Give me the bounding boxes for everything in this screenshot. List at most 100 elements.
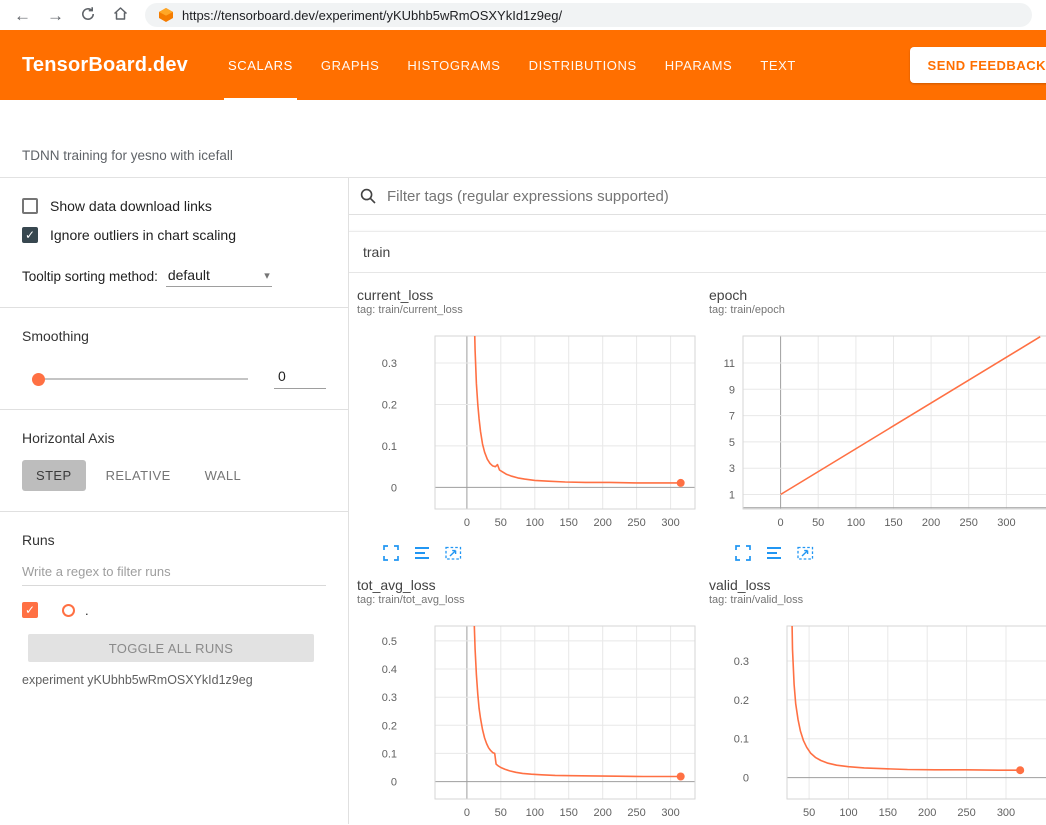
- line-chart-valid_loss[interactable]: 5010015020025030000.10.20.3: [709, 610, 1046, 822]
- chart-title: valid_loss: [709, 577, 1046, 593]
- smoothing-value-input[interactable]: 0: [274, 368, 326, 389]
- send-feedback-button[interactable]: SEND FEEDBACK: [910, 47, 1046, 83]
- experiment-title: TDNN training for yesno with icefall: [22, 148, 1046, 163]
- svg-text:50: 50: [495, 517, 507, 529]
- svg-text:3: 3: [729, 463, 735, 475]
- experiment-id-text: experiment yKUbhb5wRmOSXYkId1z9eg: [22, 673, 326, 687]
- axis-step-button[interactable]: STEP: [22, 460, 86, 491]
- app-header: TensorBoard.dev SCALARS GRAPHS HISTOGRAM…: [0, 30, 1046, 100]
- svg-text:50: 50: [803, 807, 815, 819]
- svg-text:0: 0: [743, 773, 749, 785]
- run-selector-icon[interactable]: [766, 545, 782, 561]
- fit-domain-icon[interactable]: [797, 545, 814, 561]
- svg-text:0.1: 0.1: [382, 441, 397, 453]
- tab-graphs[interactable]: GRAPHS: [307, 30, 394, 100]
- svg-text:250: 250: [960, 517, 978, 529]
- tooltip-sorting-row: Tooltip sorting method: default ▾: [22, 267, 326, 287]
- svg-text:0.2: 0.2: [382, 720, 397, 732]
- tab-histograms[interactable]: HISTOGRAMS: [393, 30, 514, 100]
- line-chart-epoch[interactable]: 0501001502002503001357911: [709, 320, 1046, 532]
- slider-track[interactable]: [32, 378, 248, 380]
- svg-text:0.5: 0.5: [382, 636, 397, 648]
- chart-card-valid_loss: valid_losstag: train/valid_loss501001502…: [709, 577, 1046, 824]
- toggle-all-runs-button[interactable]: TOGGLE ALL RUNS: [28, 634, 314, 662]
- chevron-down-icon: ▾: [264, 269, 270, 282]
- svg-text:200: 200: [594, 517, 612, 529]
- svg-text:100: 100: [526, 807, 544, 819]
- general-settings-section: Show data download links ✓ Ignore outlie…: [0, 178, 348, 308]
- smoothing-section: Smoothing 0: [0, 308, 348, 410]
- charts-grid: current_losstag: train/current_loss05010…: [349, 273, 1046, 824]
- chart-tag: tag: train/valid_loss: [709, 594, 1046, 606]
- search-icon: [359, 187, 377, 205]
- horizontal-axis-heading: Horizontal Axis: [22, 430, 326, 446]
- runs-heading: Runs: [22, 532, 326, 548]
- runs-section: Runs ✓ . TOGGLE ALL RUNS experiment yKUb…: [0, 512, 348, 707]
- axis-relative-button[interactable]: RELATIVE: [92, 460, 185, 491]
- svg-text:300: 300: [997, 517, 1015, 529]
- tag-filter-row: [349, 178, 1046, 215]
- chart-tag: tag: train/current_loss: [357, 304, 703, 316]
- run-row[interactable]: ✓ .: [22, 602, 326, 618]
- experiment-strip: TDNN training for yesno with icefall: [0, 100, 1046, 178]
- line-chart-current_loss[interactable]: 05010015020025030000.10.20.3: [357, 320, 703, 532]
- svg-text:0.4: 0.4: [382, 664, 397, 676]
- app-logo: TensorBoard.dev: [0, 54, 188, 77]
- svg-text:50: 50: [812, 517, 824, 529]
- svg-text:150: 150: [560, 807, 578, 819]
- svg-text:250: 250: [957, 807, 975, 819]
- tooltip-sorting-value: default: [168, 267, 210, 283]
- tooltip-sorting-select[interactable]: default ▾: [166, 267, 272, 287]
- svg-text:11: 11: [724, 358, 735, 370]
- chart-title: tot_avg_loss: [357, 577, 703, 593]
- run-color-swatch: [62, 604, 75, 617]
- svg-text:5: 5: [729, 437, 735, 449]
- tab-hparams[interactable]: HPARAMS: [651, 30, 747, 100]
- svg-text:300: 300: [661, 517, 679, 529]
- tab-distributions[interactable]: DISTRIBUTIONS: [515, 30, 651, 100]
- line-chart-tot_avg_loss[interactable]: 05010015020025030000.10.20.30.40.5: [357, 610, 703, 822]
- run-selector-icon[interactable]: [414, 545, 430, 561]
- chart-card-tot_avg_loss: tot_avg_losstag: train/tot_avg_loss05010…: [357, 577, 703, 824]
- forward-icon[interactable]: →: [47, 7, 64, 24]
- smoothing-slider[interactable]: [32, 372, 248, 386]
- svg-text:200: 200: [918, 807, 936, 819]
- fit-domain-icon[interactable]: [445, 545, 462, 561]
- settings-sidebar: Show data download links ✓ Ignore outlie…: [0, 178, 349, 824]
- tooltip-sorting-label: Tooltip sorting method:: [22, 269, 158, 287]
- show-download-links-row[interactable]: Show data download links: [22, 198, 326, 214]
- train-section-card: train current_losstag: train/current_los…: [349, 231, 1046, 824]
- axis-wall-button[interactable]: WALL: [191, 460, 256, 491]
- tab-text[interactable]: TEXT: [746, 30, 810, 100]
- back-icon[interactable]: ←: [14, 7, 31, 24]
- svg-text:0: 0: [778, 517, 784, 529]
- chart-toolbar: [709, 545, 1046, 561]
- svg-text:200: 200: [922, 517, 940, 529]
- fullscreen-icon[interactable]: [383, 545, 399, 561]
- refresh-icon[interactable]: [80, 6, 96, 25]
- address-bar[interactable]: https://tensorboard.dev/experiment/yKUbh…: [145, 3, 1032, 27]
- chart-card-current_loss: current_losstag: train/current_loss05010…: [357, 287, 703, 561]
- home-icon[interactable]: [112, 5, 129, 25]
- chart-card-epoch: epochtag: train/epoch0501001502002503001…: [709, 287, 1046, 561]
- svg-text:100: 100: [839, 807, 857, 819]
- main-panel: train current_losstag: train/current_los…: [349, 178, 1046, 824]
- svg-text:0: 0: [464, 517, 470, 529]
- train-section-header[interactable]: train: [349, 232, 1046, 273]
- svg-text:0.2: 0.2: [734, 695, 749, 707]
- svg-text:0.1: 0.1: [382, 748, 397, 760]
- chart-title: current_loss: [357, 287, 703, 303]
- smoothing-heading: Smoothing: [22, 328, 326, 344]
- svg-text:0.2: 0.2: [382, 400, 397, 412]
- fullscreen-icon[interactable]: [735, 545, 751, 561]
- runs-filter-input[interactable]: [22, 564, 326, 586]
- tab-scalars[interactable]: SCALARS: [214, 30, 307, 100]
- svg-text:7: 7: [729, 411, 735, 423]
- run-checkbox[interactable]: ✓: [22, 602, 38, 618]
- slider-thumb[interactable]: [32, 373, 45, 386]
- ignore-outliers-row[interactable]: ✓ Ignore outliers in chart scaling: [22, 227, 326, 243]
- svg-text:0: 0: [391, 482, 397, 494]
- show-download-links-checkbox[interactable]: [22, 198, 38, 214]
- ignore-outliers-checkbox[interactable]: ✓: [22, 227, 38, 243]
- tag-filter-input[interactable]: [387, 188, 1046, 205]
